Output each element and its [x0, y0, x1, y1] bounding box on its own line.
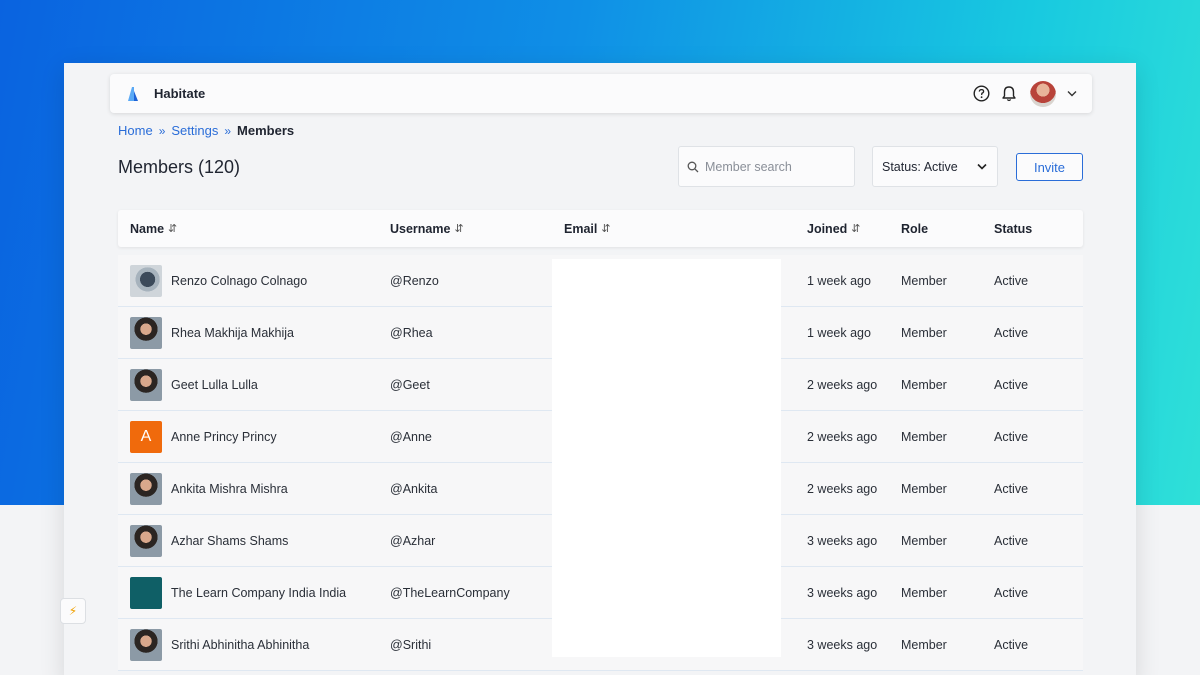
cell-role: Member	[901, 273, 947, 288]
status-filter-label: Status: Active	[882, 159, 958, 174]
member-avatar: A	[130, 420, 162, 453]
header-label: Username	[390, 221, 451, 236]
breadcrumb-separator: »	[224, 123, 232, 138]
cell-status: Active	[994, 273, 1029, 288]
member-avatar	[130, 576, 162, 609]
cell-joined: 3 weeks ago	[807, 585, 878, 600]
habitate-logo-icon[interactable]	[126, 85, 140, 103]
member-name[interactable]: Renzo Colnago Colnago	[171, 274, 307, 288]
help-icon[interactable]	[972, 85, 990, 103]
cell-role: Member	[901, 637, 947, 652]
member-name[interactable]: Ankita Mishra Mishra	[171, 482, 288, 496]
member-avatar	[130, 264, 162, 297]
breadcrumb-settings[interactable]: Settings	[171, 123, 218, 138]
member-name[interactable]: Rhea Makhija Makhija	[171, 326, 294, 340]
cell-joined: 2 weeks ago	[807, 481, 878, 496]
column-header-name[interactable]: Name ⇵	[130, 222, 177, 236]
member-name[interactable]: The Learn Company India India	[171, 586, 346, 600]
header-label: Joined	[807, 221, 848, 236]
sort-icon[interactable]: ⇵	[168, 222, 177, 235]
cell-joined: 2 weeks ago	[807, 429, 878, 444]
cell-role: Member	[901, 429, 947, 444]
cell-name: A Anne Princy Princy	[130, 411, 277, 462]
cell-username: @Srithi	[390, 637, 432, 652]
member-name[interactable]: Azhar Shams Shams	[171, 534, 288, 548]
cell-username: @Ankita	[390, 481, 438, 496]
cell-username: @Geet	[390, 377, 430, 392]
sort-icon[interactable]: ⇵	[454, 222, 463, 235]
column-header-joined[interactable]: Joined ⇵	[807, 222, 861, 236]
page-title: Members (120)	[118, 157, 241, 177]
cell-name: Renzo Colnago Colnago	[130, 255, 307, 306]
cell-status: Active	[994, 481, 1029, 496]
member-avatar	[130, 524, 162, 557]
cell-role: Member	[901, 377, 947, 392]
header-label: Status	[994, 221, 1033, 236]
member-search[interactable]	[678, 146, 855, 187]
header-label: Email	[564, 221, 598, 236]
cell-username: @Anne	[390, 429, 432, 444]
header-label: Role	[901, 221, 929, 236]
cell-name: The Learn Company India India	[130, 567, 346, 618]
chevron-down-icon	[977, 163, 987, 170]
column-header-email[interactable]: Email ⇵	[564, 222, 611, 236]
top-actions	[972, 80, 1078, 107]
member-name[interactable]: Geet Lulla Lulla	[171, 378, 258, 392]
cell-status: Active	[994, 377, 1029, 392]
breadcrumb: Home » Settings » Members	[118, 123, 294, 138]
header-label: Name	[130, 221, 165, 236]
bolt-icon[interactable]: ⚡	[60, 598, 86, 624]
cell-joined: 2 weeks ago	[807, 377, 878, 392]
member-avatar	[130, 316, 162, 349]
column-header-status: Status	[994, 222, 1032, 236]
cell-name: Rhea Makhija Makhija	[130, 307, 294, 358]
search-icon	[687, 161, 699, 172]
cell-role: Member	[901, 533, 947, 548]
invite-button[interactable]: Invite	[1016, 153, 1083, 181]
cell-name: Srithi Abhinitha Abhinitha	[130, 619, 309, 670]
breadcrumb-current: Members	[237, 123, 295, 138]
member-name[interactable]: Srithi Abhinitha Abhinitha	[171, 638, 309, 652]
user-avatar[interactable]	[1030, 80, 1056, 107]
cell-status: Active	[994, 429, 1029, 444]
member-avatar	[130, 472, 162, 505]
cell-joined: 1 week ago	[807, 273, 871, 288]
cell-name: Geet Lulla Lulla	[130, 359, 258, 410]
brand-name[interactable]: Habitate	[154, 86, 972, 101]
cell-joined: 1 week ago	[807, 325, 871, 340]
app-window: Habitate Home » Settings » Members Membe…	[64, 63, 1136, 675]
cell-status: Active	[994, 325, 1029, 340]
cell-username: @Rhea	[390, 325, 433, 340]
chevron-down-icon[interactable]	[1066, 88, 1078, 100]
cell-role: Member	[901, 325, 947, 340]
table-header: Name ⇵ Username ⇵ Email ⇵ Joined ⇵ Role Stat…	[118, 210, 1083, 247]
column-header-username[interactable]: Username ⇵	[390, 222, 464, 236]
cell-joined: 3 weeks ago	[807, 637, 878, 652]
member-avatar	[130, 628, 162, 661]
cell-status: Active	[994, 637, 1029, 652]
breadcrumb-home[interactable]: Home	[118, 123, 153, 138]
search-input[interactable]	[705, 159, 845, 174]
member-name[interactable]: Anne Princy Princy	[171, 430, 277, 444]
notification-bell-icon[interactable]	[1000, 85, 1018, 103]
top-navbar: Habitate	[110, 74, 1092, 113]
sort-icon[interactable]: ⇵	[851, 222, 860, 235]
cell-username: @Azhar	[390, 533, 436, 548]
member-avatar	[130, 368, 162, 401]
cell-role: Member	[901, 585, 947, 600]
cell-status: Active	[994, 585, 1029, 600]
breadcrumb-separator: »	[158, 123, 166, 138]
email-redaction-block	[552, 259, 781, 657]
cell-name: Ankita Mishra Mishra	[130, 463, 288, 514]
status-filter-select[interactable]: Status: Active	[872, 146, 998, 187]
cell-joined: 3 weeks ago	[807, 533, 878, 548]
cell-role: Member	[901, 481, 947, 496]
cell-username: @TheLearnCompany	[390, 585, 510, 600]
cell-name: Azhar Shams Shams	[130, 515, 288, 566]
column-header-role: Role	[901, 222, 928, 236]
sort-icon[interactable]: ⇵	[601, 222, 610, 235]
cell-username: @Renzo	[390, 273, 439, 288]
cell-status: Active	[994, 533, 1029, 548]
